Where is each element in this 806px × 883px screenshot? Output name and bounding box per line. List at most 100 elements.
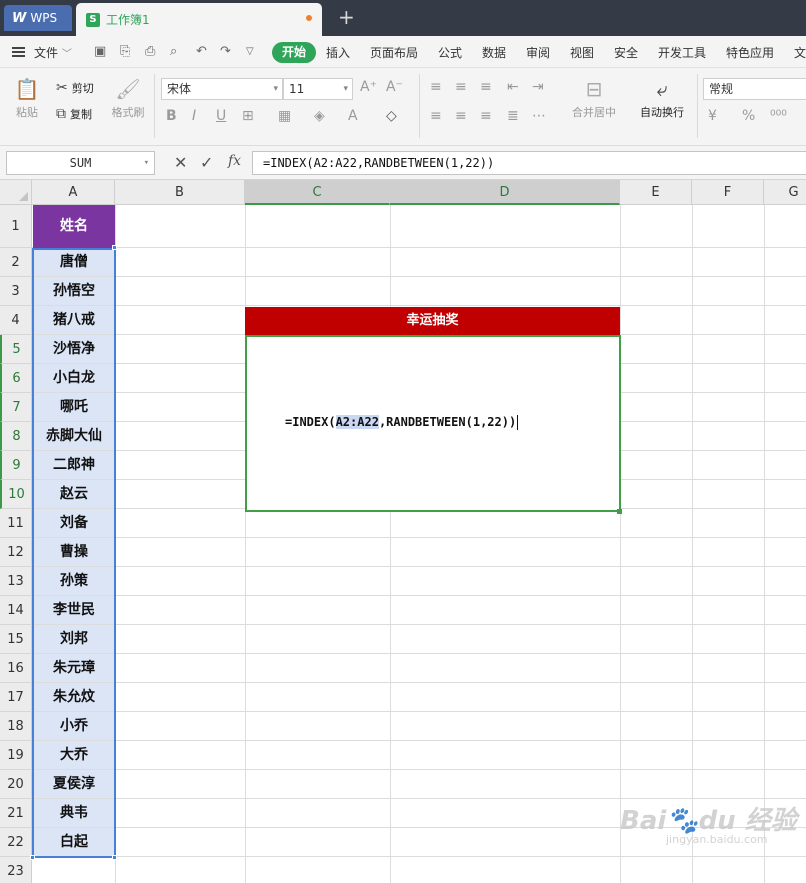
- redo-icon[interactable]: ↷: [220, 44, 231, 59]
- merge-center-button[interactable]: ⊟ 合并居中: [566, 78, 622, 120]
- name-cell[interactable]: 白起: [33, 828, 115, 856]
- row-header-6[interactable]: 6: [0, 364, 32, 393]
- fill-handle[interactable]: [617, 509, 622, 514]
- align-right-icon[interactable]: ≡: [480, 108, 492, 124]
- name-cell[interactable]: 哪吒: [33, 393, 115, 421]
- row-header-5[interactable]: 5: [0, 335, 32, 364]
- hamburger-menu-icon[interactable]: [12, 47, 25, 57]
- row-header-10[interactable]: 10: [0, 480, 32, 509]
- align-top-icon[interactable]: ≡: [430, 79, 442, 95]
- name-cell[interactable]: 孙悟空: [33, 277, 115, 305]
- name-cell[interactable]: 典韦: [33, 799, 115, 827]
- name-cell[interactable]: 夏侯淳: [33, 770, 115, 798]
- percent-icon[interactable]: %: [742, 108, 755, 124]
- underline-icon[interactable]: U: [216, 108, 226, 124]
- name-cell[interactable]: 刘邦: [33, 625, 115, 653]
- menu-formulas[interactable]: 公式: [438, 44, 462, 61]
- column-header-g[interactable]: G: [764, 180, 806, 205]
- range-handle-bottom-right[interactable]: [112, 855, 117, 860]
- column-header-f[interactable]: F: [692, 180, 764, 205]
- column-header-c[interactable]: C: [245, 180, 390, 205]
- quick-access-dropdown-icon[interactable]: ▽: [246, 46, 254, 57]
- row-header-21[interactable]: 21: [0, 799, 32, 828]
- font-size-select[interactable]: 11 ▾: [283, 78, 353, 100]
- header-cell-name[interactable]: 姓名: [33, 205, 115, 248]
- menu-special[interactable]: 特色应用: [726, 44, 774, 61]
- menu-developer[interactable]: 开发工具: [658, 44, 706, 61]
- row-header-9[interactable]: 9: [0, 451, 32, 480]
- name-cell[interactable]: 曹操: [33, 538, 115, 566]
- align-middle-icon[interactable]: ≡: [455, 79, 467, 95]
- row-header-3[interactable]: 3: [0, 277, 32, 306]
- font-color-icon[interactable]: A: [348, 108, 358, 124]
- row-header-8[interactable]: 8: [0, 422, 32, 451]
- distribute-icon[interactable]: ⋯: [532, 108, 546, 124]
- copy-button[interactable]: ⧉ 复制: [56, 106, 92, 122]
- align-left-icon[interactable]: ≡: [430, 108, 442, 124]
- name-cell[interactable]: 赵云: [33, 480, 115, 508]
- export-icon[interactable]: ⎘: [120, 44, 130, 59]
- name-cell[interactable]: 孙策: [33, 567, 115, 595]
- row-header-7[interactable]: 7: [0, 393, 32, 422]
- merge-style-icon[interactable]: ▦: [278, 108, 291, 124]
- menu-review[interactable]: 审阅: [526, 44, 550, 61]
- row-header-12[interactable]: 12: [0, 538, 32, 567]
- eraser-icon[interactable]: ◇: [386, 108, 397, 124]
- row-header-15[interactable]: 15: [0, 625, 32, 654]
- menu-view[interactable]: 视图: [570, 44, 594, 61]
- document-tab[interactable]: S 工作簿1: [76, 3, 322, 36]
- menu-more[interactable]: 文: [794, 44, 806, 61]
- row-header-23[interactable]: 23: [0, 857, 32, 883]
- row-header-19[interactable]: 19: [0, 741, 32, 770]
- name-cell[interactable]: 小白龙: [33, 364, 115, 392]
- name-cell[interactable]: 沙悟净: [33, 335, 115, 363]
- row-header-17[interactable]: 17: [0, 683, 32, 712]
- indent-decrease-icon[interactable]: ⇤: [507, 79, 519, 95]
- number-format-select[interactable]: 常规: [703, 78, 806, 100]
- row-header-22[interactable]: 22: [0, 828, 32, 857]
- column-header-d[interactable]: D: [390, 180, 620, 205]
- row-header-4[interactable]: 4: [0, 306, 32, 335]
- menu-data[interactable]: 数据: [482, 44, 506, 61]
- menu-security[interactable]: 安全: [614, 44, 638, 61]
- confirm-formula-icon[interactable]: ✓: [200, 153, 213, 172]
- print-preview-icon[interactable]: ⌕: [170, 44, 177, 59]
- name-cell[interactable]: 朱元璋: [33, 654, 115, 682]
- menu-start[interactable]: 开始: [272, 42, 316, 63]
- cancel-formula-icon[interactable]: ✕: [174, 153, 187, 172]
- fill-color-icon[interactable]: ◈: [314, 108, 325, 124]
- undo-icon[interactable]: ↶: [196, 44, 207, 59]
- row-header-13[interactable]: 13: [0, 567, 32, 596]
- decrease-font-icon[interactable]: A⁻: [386, 79, 403, 95]
- name-cell[interactable]: 二郎神: [33, 451, 115, 479]
- italic-icon[interactable]: I: [192, 108, 196, 124]
- cell-formula-text[interactable]: =INDEX(A2:A22,RANDBETWEEN(1,22)): [285, 415, 519, 430]
- lucky-draw-banner[interactable]: 幸运抽奖: [245, 307, 620, 335]
- menu-page-layout[interactable]: 页面布局: [370, 44, 418, 61]
- new-tab-button[interactable]: +: [338, 6, 355, 28]
- row-header-14[interactable]: 14: [0, 596, 32, 625]
- increase-font-icon[interactable]: A⁺: [360, 79, 377, 95]
- row-header-11[interactable]: 11: [0, 509, 32, 538]
- comma-style-icon[interactable]: ⁰⁰⁰: [770, 108, 787, 124]
- name-cell[interactable]: 李世民: [33, 596, 115, 624]
- name-cell[interactable]: 赤脚大仙: [33, 422, 115, 450]
- row-header-1[interactable]: 1: [0, 205, 32, 248]
- format-painter-button[interactable]: 🖌 格式刷: [108, 78, 148, 120]
- wrap-text-button[interactable]: ⤶ 自动换行: [634, 78, 690, 120]
- spreadsheet-grid[interactable]: A B C D E F G 1 2 3 4 5 6 7 8 9 10 11 12 13 14 15 16 17 1…: [0, 180, 806, 883]
- name-cell[interactable]: 朱允炆: [33, 683, 115, 711]
- bold-icon[interactable]: B: [166, 108, 177, 124]
- print-icon[interactable]: ⎙: [145, 44, 155, 59]
- align-bottom-icon[interactable]: ≡: [480, 79, 492, 95]
- select-all-corner[interactable]: [0, 180, 32, 205]
- row-header-2[interactable]: 2: [0, 248, 32, 277]
- menu-insert[interactable]: 插入: [326, 44, 350, 61]
- row-header-16[interactable]: 16: [0, 654, 32, 683]
- name-box[interactable]: SUM ▾: [6, 151, 155, 175]
- name-cell[interactable]: 猪八戒: [33, 306, 115, 334]
- insert-function-icon[interactable]: fx: [228, 153, 241, 169]
- name-cell[interactable]: 唐僧: [33, 248, 115, 276]
- range-handle-top[interactable]: [112, 245, 117, 250]
- row-header-18[interactable]: 18: [0, 712, 32, 741]
